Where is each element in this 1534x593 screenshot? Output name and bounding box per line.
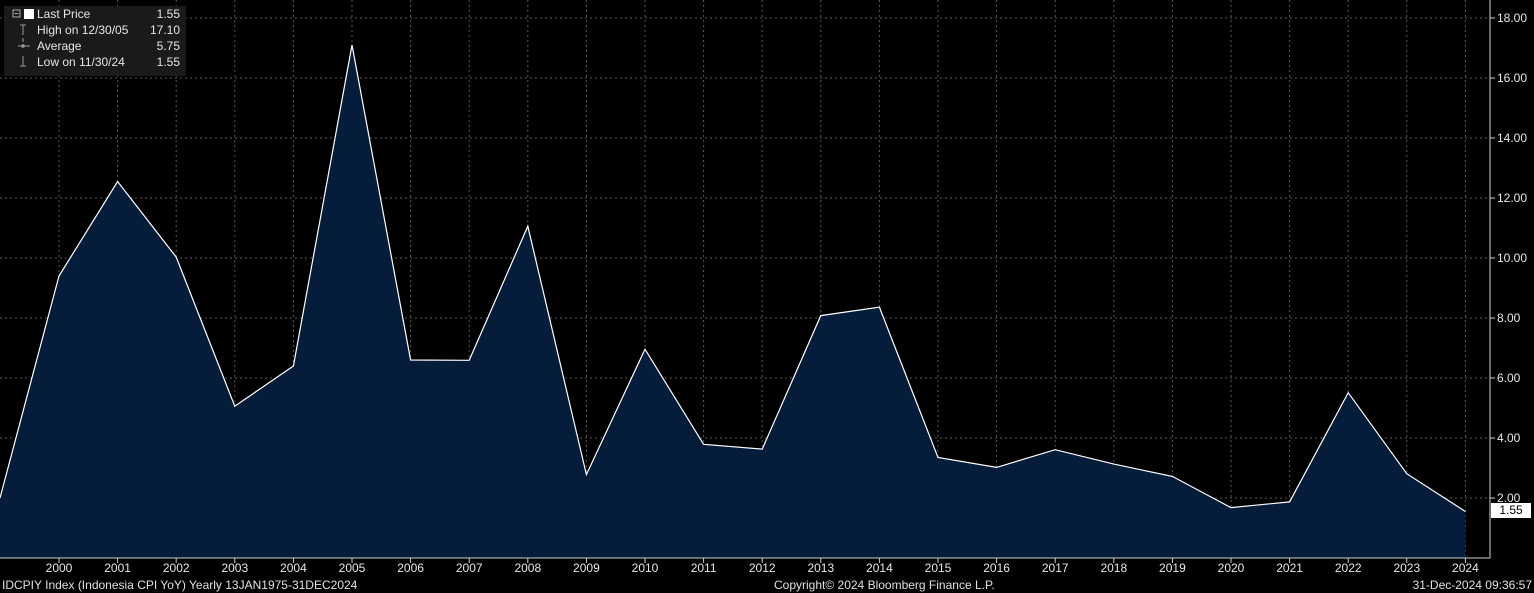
- x-tick-label: 2011: [691, 561, 717, 575]
- data-point: [175, 256, 177, 258]
- x-tick-label: 2021: [1276, 561, 1303, 575]
- footer-timestamp: 31-Dec-2024 09:36:57: [1412, 578, 1532, 592]
- legend-value: 1.55: [156, 55, 180, 69]
- data-point: [117, 181, 119, 183]
- footer-security-info: IDCPIY Index (Indonesia CPI YoY) Yearly …: [2, 578, 358, 592]
- legend-row-last-price[interactable]: Last Price 1.55: [4, 6, 186, 22]
- x-tick-label: 2005: [339, 561, 366, 575]
- legend-label: Average: [37, 39, 82, 53]
- x-tick-label: 2017: [1042, 561, 1069, 575]
- data-point: [58, 275, 60, 277]
- x-tick-label: 2009: [573, 561, 600, 575]
- data-point: [1289, 501, 1291, 503]
- data-point: [937, 457, 939, 459]
- legend[interactable]: Last Price 1.55 High on 12/30/05 17.10 A…: [4, 6, 186, 76]
- data-point: [585, 474, 587, 476]
- x-tick-label: 2015: [925, 561, 952, 575]
- x-tick-label: 2004: [280, 561, 307, 575]
- x-tick-label: 2010: [632, 561, 659, 575]
- y-tick-label: 12.00: [1497, 191, 1527, 205]
- data-point: [1113, 463, 1115, 465]
- x-tick-label: 2020: [1218, 561, 1245, 575]
- y-axis: 2.004.006.008.0010.0012.0014.0016.0018.0…: [1489, 0, 1527, 558]
- high-marker-icon: [20, 24, 26, 35]
- y-tick-label: 18.00: [1497, 11, 1527, 25]
- x-tick-label: 2013: [807, 561, 834, 575]
- data-point: [1054, 449, 1056, 451]
- average-marker-icon: [18, 38, 30, 48]
- x-axis: 2000 2001 2002 2003 2004 2005 2006 2007 2008 2009…: [0, 557, 1490, 575]
- x-tick-label: 2007: [456, 561, 483, 575]
- y-tick-label: 4.00: [1497, 431, 1521, 445]
- last-value-tag: 1.55: [1491, 503, 1531, 518]
- data-point: [468, 359, 470, 361]
- x-tick-label: 2022: [1335, 561, 1362, 575]
- legend-row-high[interactable]: High on 12/30/05 17.10: [4, 22, 186, 38]
- data-point: [527, 225, 529, 227]
- legend-value: 5.75: [156, 39, 180, 53]
- chart-area: 2000 2001 2002 2003 2004 2005 2006 2007 2008 2009…: [0, 0, 1527, 575]
- legend-label: Low on 11/30/24: [37, 55, 125, 69]
- legend-row-low[interactable]: Low on 11/30/24 1.55: [4, 54, 186, 70]
- y-tick-label: 6.00: [1497, 371, 1521, 385]
- data-point: [1171, 475, 1173, 477]
- data-point: [234, 405, 236, 407]
- x-tick-label: 2014: [866, 561, 893, 575]
- data-point: [1406, 473, 1408, 475]
- data-point: [292, 365, 294, 367]
- data-point: [703, 443, 705, 445]
- x-tick-label: 2002: [163, 561, 190, 575]
- footer-copyright: Copyright© 2024 Bloomberg Finance L.P.: [774, 578, 995, 592]
- data-point: [351, 44, 353, 46]
- data-point: [996, 466, 998, 468]
- x-tick-label: 2024: [1452, 561, 1479, 575]
- data-point: [1464, 511, 1466, 513]
- y-tick-label: 10.00: [1497, 251, 1527, 265]
- data-point: [1347, 392, 1349, 394]
- x-tick-label: 2008: [514, 561, 541, 575]
- series-color-swatch: [24, 9, 34, 19]
- data-point: [644, 348, 646, 350]
- y-tick-label: 14.00: [1497, 131, 1527, 145]
- x-tick-label: 2000: [46, 561, 73, 575]
- data-point: [410, 359, 412, 361]
- legend-value: 1.55: [156, 7, 180, 21]
- data-point: [878, 306, 880, 308]
- x-tick-label: 2003: [221, 561, 248, 575]
- legend-row-average[interactable]: Average 5.75: [4, 38, 186, 54]
- x-tick-label: 2023: [1393, 561, 1420, 575]
- series-area-fill: [0, 45, 1466, 558]
- legend-label: High on 12/30/05: [37, 23, 129, 37]
- x-tick-label: 2012: [749, 561, 776, 575]
- data-point: [1230, 507, 1232, 509]
- y-tick-label: 16.00: [1497, 71, 1527, 85]
- x-tick-label: 2001: [104, 561, 131, 575]
- x-tick-label: 2019: [1159, 561, 1186, 575]
- data-point: [820, 315, 822, 317]
- y-tick-label: 8.00: [1497, 311, 1521, 325]
- low-marker-icon: [20, 56, 26, 67]
- x-tick-label: 2006: [397, 561, 424, 575]
- legend-label: Last Price: [37, 7, 91, 21]
- legend-value: 17.10: [149, 23, 180, 37]
- data-point: [761, 448, 763, 450]
- x-tick-label: 2018: [1100, 561, 1127, 575]
- x-tick-label: 2016: [983, 561, 1010, 575]
